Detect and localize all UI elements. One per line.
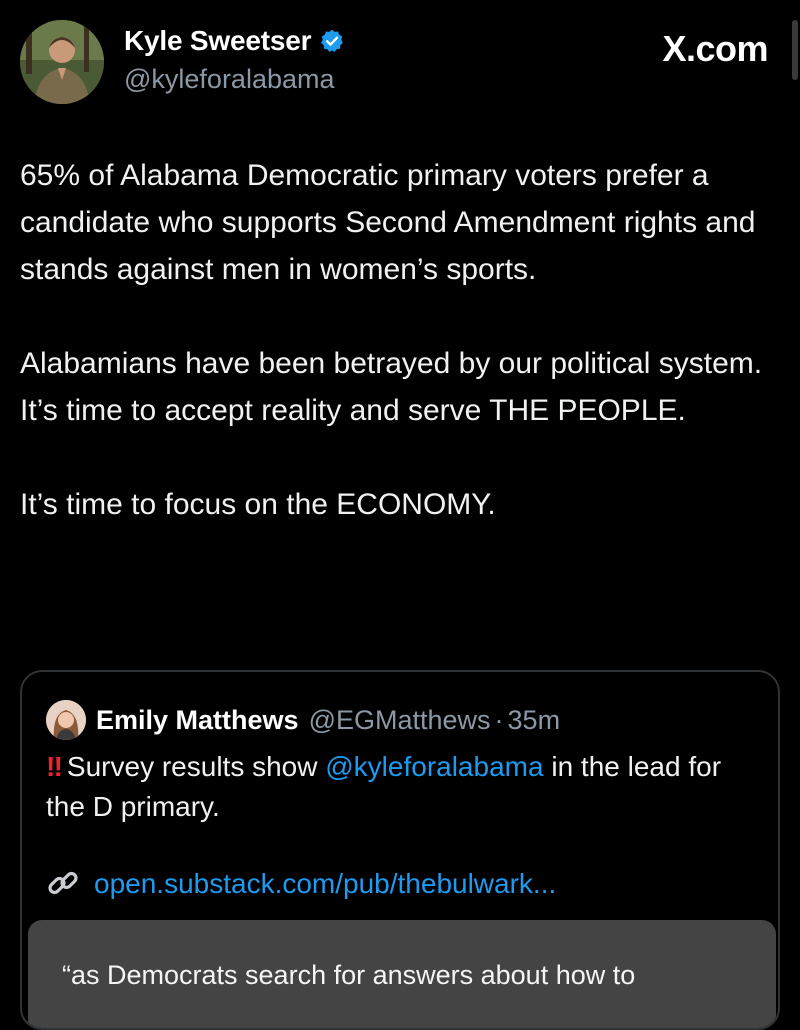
dot-separator: · [494, 704, 504, 735]
quoted-tweet-header: Emily Matthews @EGMatthews · 35m [46, 700, 560, 740]
quoted-tweet-card[interactable]: Emily Matthews @EGMatthews · 35m ‼ Survey… [20, 670, 780, 1030]
author-avatar[interactable] [20, 20, 104, 104]
tweet-header: Kyle Sweetser @kyleforalabama X.com [20, 20, 780, 110]
quoted-text-before: Survey results show [66, 751, 318, 782]
tweet-text: 65% of Alabama Democratic primary voters… [20, 152, 780, 528]
quoted-author-avatar[interactable] [46, 700, 86, 740]
double-exclamation-icon: ‼ [46, 751, 63, 782]
substack-link[interactable]: open.substack.com/pub/thebulwark... [94, 868, 556, 900]
link-preview-text: “as Democrats search for answers about h… [62, 960, 636, 990]
author-display-name[interactable]: Kyle Sweetser [124, 25, 311, 57]
author-names: Kyle Sweetser @kyleforalabama [124, 24, 345, 95]
tweet-paragraph: It’s time to focus on the ECONOMY. [20, 488, 496, 521]
tweet-paragraph: 65% of Alabama Democratic primary voters… [20, 159, 756, 286]
quoted-timestamp[interactable]: 35m [508, 705, 561, 736]
quoted-link-row: 🔗 open.substack.com/pub/thebulwark... [46, 866, 556, 902]
tweet-paragraph: Alabamians have been betrayed by our pol… [20, 347, 763, 427]
quoted-tweet-text: ‼ Survey results show @kyleforalabama in … [46, 747, 761, 827]
link-preview-card[interactable]: “as Democrats search for answers about h… [28, 920, 776, 1028]
mention-link[interactable]: @kyleforalabama [325, 751, 543, 782]
quoted-author-handle[interactable]: @EGMatthews [309, 705, 491, 736]
verified-badge-icon [319, 28, 345, 54]
quoted-author-name[interactable]: Emily Matthews [96, 705, 299, 736]
scrollbar[interactable] [792, 20, 798, 80]
link-chain-icon: 🔗 [46, 866, 82, 902]
site-label: X.com [662, 28, 768, 69]
author-handle[interactable]: @kyleforalabama [124, 64, 345, 95]
